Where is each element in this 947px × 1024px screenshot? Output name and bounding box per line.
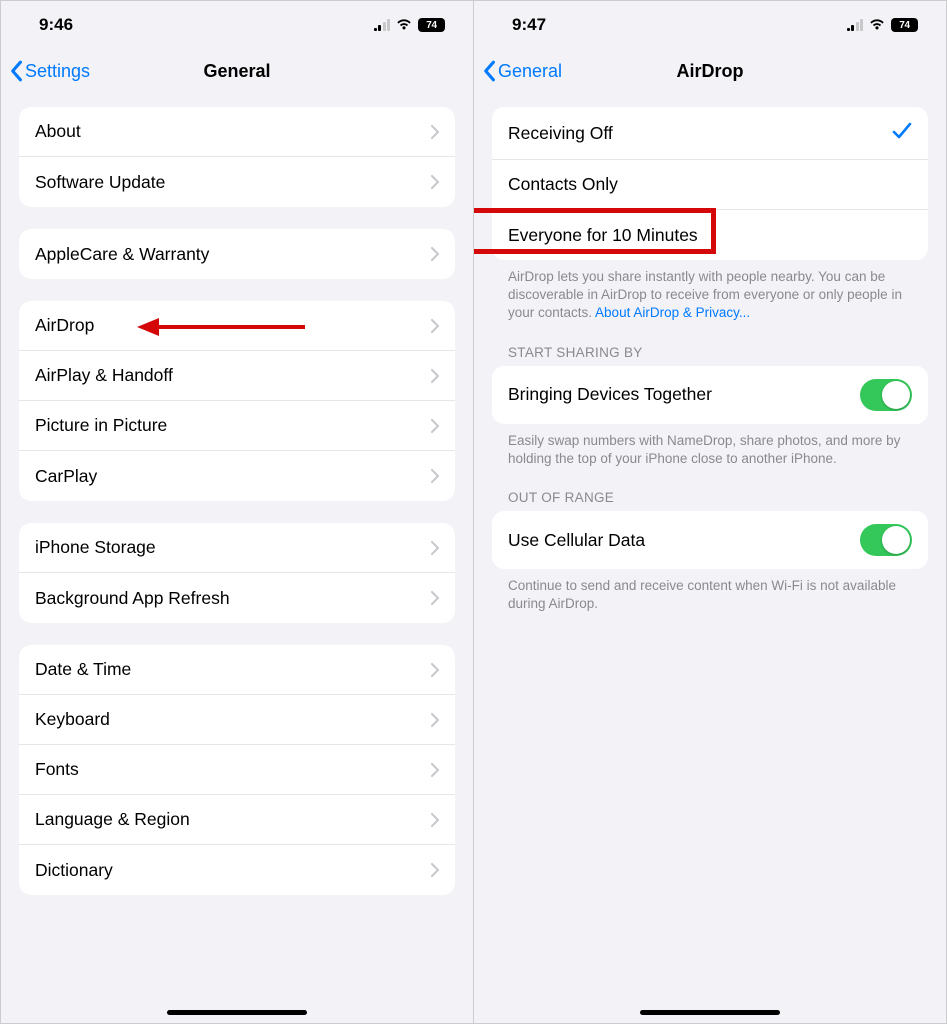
home-indicator[interactable] bbox=[640, 1010, 780, 1015]
row-dictionary[interactable]: Dictionary bbox=[19, 845, 455, 895]
checkmark-icon bbox=[892, 120, 912, 146]
row-about[interactable]: About bbox=[19, 107, 455, 157]
row-keyboard[interactable]: Keyboard bbox=[19, 695, 455, 745]
cellular-icon bbox=[374, 19, 391, 31]
status-time: 9:46 bbox=[39, 15, 73, 35]
phone-airdrop: 9:47 74 General AirDrop Receiving bbox=[474, 1, 946, 1023]
group-header-sharing: START SHARING BY bbox=[492, 345, 928, 366]
screenshot-pair: 9:46 74 Settings General About Softwar bbox=[0, 0, 947, 1024]
cellular-icon bbox=[847, 19, 864, 31]
home-indicator[interactable] bbox=[167, 1010, 307, 1015]
receiving-footnote: AirDrop lets you share instantly with pe… bbox=[492, 260, 928, 323]
phone-general: 9:46 74 Settings General About Softwar bbox=[1, 1, 474, 1023]
toggle-bringing-devices[interactable] bbox=[860, 379, 912, 411]
battery-icon: 74 bbox=[891, 18, 918, 32]
sharing-footnote: Easily swap numbers with NameDrop, share… bbox=[492, 424, 928, 468]
chevron-right-icon bbox=[431, 713, 439, 727]
row-receiving-off[interactable]: Receiving Off bbox=[492, 107, 928, 160]
row-software-update[interactable]: Software Update bbox=[19, 157, 455, 207]
nav-header: Settings General bbox=[1, 49, 473, 93]
chevron-right-icon bbox=[431, 469, 439, 483]
row-airplay[interactable]: AirPlay & Handoff bbox=[19, 351, 455, 401]
toggle-use-cellular[interactable] bbox=[860, 524, 912, 556]
content[interactable]: Receiving Off Contacts Only Everyone for… bbox=[474, 93, 946, 1023]
about-airdrop-link[interactable]: About AirDrop & Privacy... bbox=[595, 305, 750, 320]
row-applecare[interactable]: AppleCare & Warranty bbox=[19, 229, 455, 279]
content[interactable]: About Software Update AppleCare & Warran… bbox=[1, 93, 473, 1023]
chevron-right-icon bbox=[431, 663, 439, 677]
back-label: Settings bbox=[25, 61, 90, 82]
row-fonts[interactable]: Fonts bbox=[19, 745, 455, 795]
row-carplay[interactable]: CarPlay bbox=[19, 451, 455, 501]
chevron-left-icon bbox=[9, 60, 23, 82]
row-iphone-storage[interactable]: iPhone Storage bbox=[19, 523, 455, 573]
chevron-right-icon bbox=[431, 863, 439, 877]
chevron-right-icon bbox=[431, 813, 439, 827]
chevron-right-icon bbox=[431, 247, 439, 261]
back-button[interactable]: Settings bbox=[9, 60, 90, 82]
chevron-right-icon bbox=[431, 175, 439, 189]
row-use-cellular[interactable]: Use Cellular Data bbox=[492, 511, 928, 569]
row-pip[interactable]: Picture in Picture bbox=[19, 401, 455, 451]
back-label: General bbox=[498, 61, 562, 82]
row-everyone-10min[interactable]: Everyone for 10 Minutes bbox=[492, 210, 928, 260]
status-bar: 9:47 74 bbox=[474, 1, 946, 49]
status-icons: 74 bbox=[847, 17, 919, 34]
group-header-range: OUT OF RANGE bbox=[492, 490, 928, 511]
wifi-icon bbox=[395, 17, 413, 34]
chevron-right-icon bbox=[431, 541, 439, 555]
row-background-refresh[interactable]: Background App Refresh bbox=[19, 573, 455, 623]
row-language-region[interactable]: Language & Region bbox=[19, 795, 455, 845]
chevron-left-icon bbox=[482, 60, 496, 82]
status-bar: 9:46 74 bbox=[1, 1, 473, 49]
chevron-right-icon bbox=[431, 125, 439, 139]
row-bringing-devices[interactable]: Bringing Devices Together bbox=[492, 366, 928, 424]
battery-icon: 74 bbox=[418, 18, 445, 32]
chevron-right-icon bbox=[431, 591, 439, 605]
status-time: 9:47 bbox=[512, 15, 546, 35]
range-footnote: Continue to send and receive content whe… bbox=[492, 569, 928, 613]
status-icons: 74 bbox=[374, 17, 446, 34]
nav-header: General AirDrop bbox=[474, 49, 946, 93]
chevron-right-icon bbox=[431, 419, 439, 433]
row-date-time[interactable]: Date & Time bbox=[19, 645, 455, 695]
wifi-icon bbox=[868, 17, 886, 34]
back-button[interactable]: General bbox=[482, 60, 562, 82]
chevron-right-icon bbox=[431, 319, 439, 333]
chevron-right-icon bbox=[431, 369, 439, 383]
row-contacts-only[interactable]: Contacts Only bbox=[492, 160, 928, 210]
row-airdrop[interactable]: AirDrop bbox=[19, 301, 455, 351]
chevron-right-icon bbox=[431, 763, 439, 777]
